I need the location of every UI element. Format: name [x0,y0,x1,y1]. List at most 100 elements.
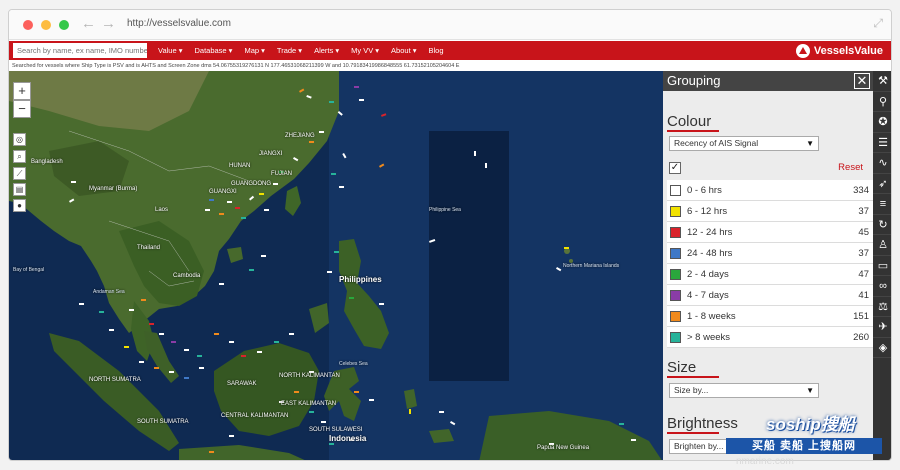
size-select[interactable]: Size by... ▼ [669,383,819,398]
print-icon[interactable]: ▤ [13,183,26,196]
chevron-down-icon: ▼ [806,386,814,395]
address-bar[interactable]: http://vesselsvalue.com [127,18,231,29]
colour-legend: 0 - 6 hrs 334 6 - 12 hrs 37 12 - 24 hrs … [667,180,873,348]
map-label-fujian: FUJIAN [271,171,292,177]
colour-swatch [670,227,681,238]
legend-count: 260 [853,332,869,343]
back-arrow-icon[interactable]: ← [81,15,96,32]
map-label-myanmar: Myanmar (Burma) [89,186,138,192]
legend-row[interactable]: 12 - 24 hrs 45 [667,222,873,243]
magnifier-icon[interactable]: ⚲ [873,92,891,112]
scale-icon[interactable]: ⚖ [873,297,891,317]
brand-logo[interactable]: VesselsValue [795,42,883,59]
zoom-out-button[interactable]: − [13,100,31,118]
menu-database[interactable]: Database ▾ [188,41,238,60]
colour-select[interactable]: Recency of AIS Signal ▼ [669,136,819,151]
rocket-icon[interactable]: ➶ [873,174,891,194]
legend-label: 1 - 8 weeks [687,311,736,322]
map-label-zhejiang: ZHEJIANG [285,133,315,139]
map-label-hunan: HUNAN [229,163,251,169]
legend-label: 6 - 12 hrs [687,206,728,217]
map-label-bay-of-bengal: Bay of Bengal [13,267,45,273]
chevron-down-icon: ▼ [806,139,814,148]
zoom-box-icon[interactable]: ⌕ [13,150,26,163]
map-label-philippine-sea: Philippine Sea [429,207,461,213]
legend-label: 12 - 24 hrs [687,227,733,238]
close-icon[interactable]: ✕ [854,73,870,89]
map-label-south-sumatra: SOUTH SUMATRA [137,419,189,425]
maximize-window-button[interactable] [59,20,69,30]
colour-swatch [670,269,681,280]
list-icon[interactable]: ≡ [873,194,891,215]
map-label-thailand: Thailand [137,245,161,251]
locate-icon[interactable]: ◎ [13,133,26,146]
legend-label: 0 - 6 hrs [687,185,722,196]
person-icon[interactable]: ♙ [873,235,891,256]
legend-row[interactable]: > 8 weeks 260 [667,327,873,348]
map-label-andaman-sea: Andaman Sea [93,289,125,295]
legend-label: 24 - 48 hrs [687,248,733,259]
vessel-map[interactable]: Philippines Indonesia Cambodia Thailand … [9,71,663,460]
plane-icon[interactable]: ✈ [873,317,891,338]
legend-count: 41 [858,290,869,301]
right-toolbar: ⚒ ⚲ ✪ ☰ ∿ ➶ ≡ ↻ ♙ ▭ ∞ ⚖ ✈ ◈ [873,71,891,460]
menu-blog[interactable]: Blog [423,41,450,60]
select-all-checkbox[interactable]: ✓ [669,162,681,174]
map-label-central-kalimantan: CENTRAL KALIMANTAN [221,413,289,419]
legend-row[interactable]: 2 - 4 days 47 [667,264,873,285]
link-icon[interactable]: ∞ [873,276,891,297]
minimize-window-button[interactable] [41,20,51,30]
colour-swatch [670,206,681,217]
search-criteria-text: Searched for vessels where Ship Type is … [9,61,891,71]
map-label-guangdong: GUANGDONG [231,181,272,187]
map-label-laos: Laos [155,207,169,213]
menu-trade[interactable]: Trade ▾ [271,41,308,60]
legend-row[interactable]: 4 - 7 days 41 [667,285,873,306]
menu-value[interactable]: Value ▾ [152,41,188,60]
fish-icon[interactable]: ◈ [873,338,891,358]
refresh-icon[interactable]: ↻ [873,215,891,235]
menu-alerts[interactable]: Alerts ▾ [308,41,345,60]
watermark-logo: soship搜船 [766,415,855,434]
zoom-in-button[interactable]: + [13,82,31,100]
menu-map[interactable]: Map ▾ [238,41,270,60]
close-window-button[interactable] [23,20,33,30]
legend-row[interactable]: 6 - 12 hrs 37 [667,201,873,222]
search-input[interactable] [13,43,147,58]
browser-chrome: ← → http://vesselsvalue.com ⤢ [9,10,891,40]
legend-count: 45 [858,227,869,238]
map-label-bangladesh: Bangladesh [31,159,63,165]
main-menu: Value ▾ Database ▾ Map ▾ Trade ▾ Alerts … [152,41,450,60]
reset-button[interactable]: Reset [838,162,863,173]
legend-row[interactable]: 1 - 8 weeks 151 [667,306,873,327]
colour-swatch [670,332,681,343]
marker-icon[interactable]: ● [13,199,26,212]
legend-label: 4 - 7 days [687,290,729,301]
compass-icon[interactable]: ✪ [873,112,891,133]
browser-window: ← → http://vesselsvalue.com ⤢ Value ▾ Da… [8,9,892,461]
measure-icon[interactable]: ⟋ [13,167,26,180]
colour-select-value: Recency of AIS Signal [674,138,759,148]
expand-icon[interactable]: ⤢ [873,16,883,31]
legend-count: 334 [853,185,869,196]
map-label-east-kalimantan: EAST KALIMANTAN [281,401,337,407]
document-icon[interactable]: ▭ [873,256,891,276]
layers-icon[interactable]: ☰ [873,133,891,153]
menu-my-vv[interactable]: My VV ▾ [345,41,385,60]
legend-count: 37 [858,248,869,259]
legend-count: 151 [853,311,869,322]
wrench-icon[interactable]: ⚒ [873,71,891,92]
brightness-section-title: Brightness [663,415,738,434]
legend-row[interactable]: 24 - 48 hrs 37 [667,243,873,264]
watermark-faint-text: nmarine.com [736,456,794,467]
watermark-banner: 买船 卖船 上搜船网 [726,438,882,454]
forward-arrow-icon[interactable]: → [101,15,116,32]
colour-swatch [670,185,681,196]
legend-label: > 8 weeks [687,332,731,343]
legend-row[interactable]: 0 - 6 hrs 334 [667,180,873,201]
app-navbar: Value ▾ Database ▾ Map ▾ Trade ▾ Alerts … [9,41,891,60]
menu-about[interactable]: About ▾ [385,41,422,60]
route-icon[interactable]: ∿ [873,153,891,174]
grouping-panel: Grouping ✕ Colour Recency of AIS Signal … [663,71,873,460]
panel-title: Grouping [667,73,721,88]
